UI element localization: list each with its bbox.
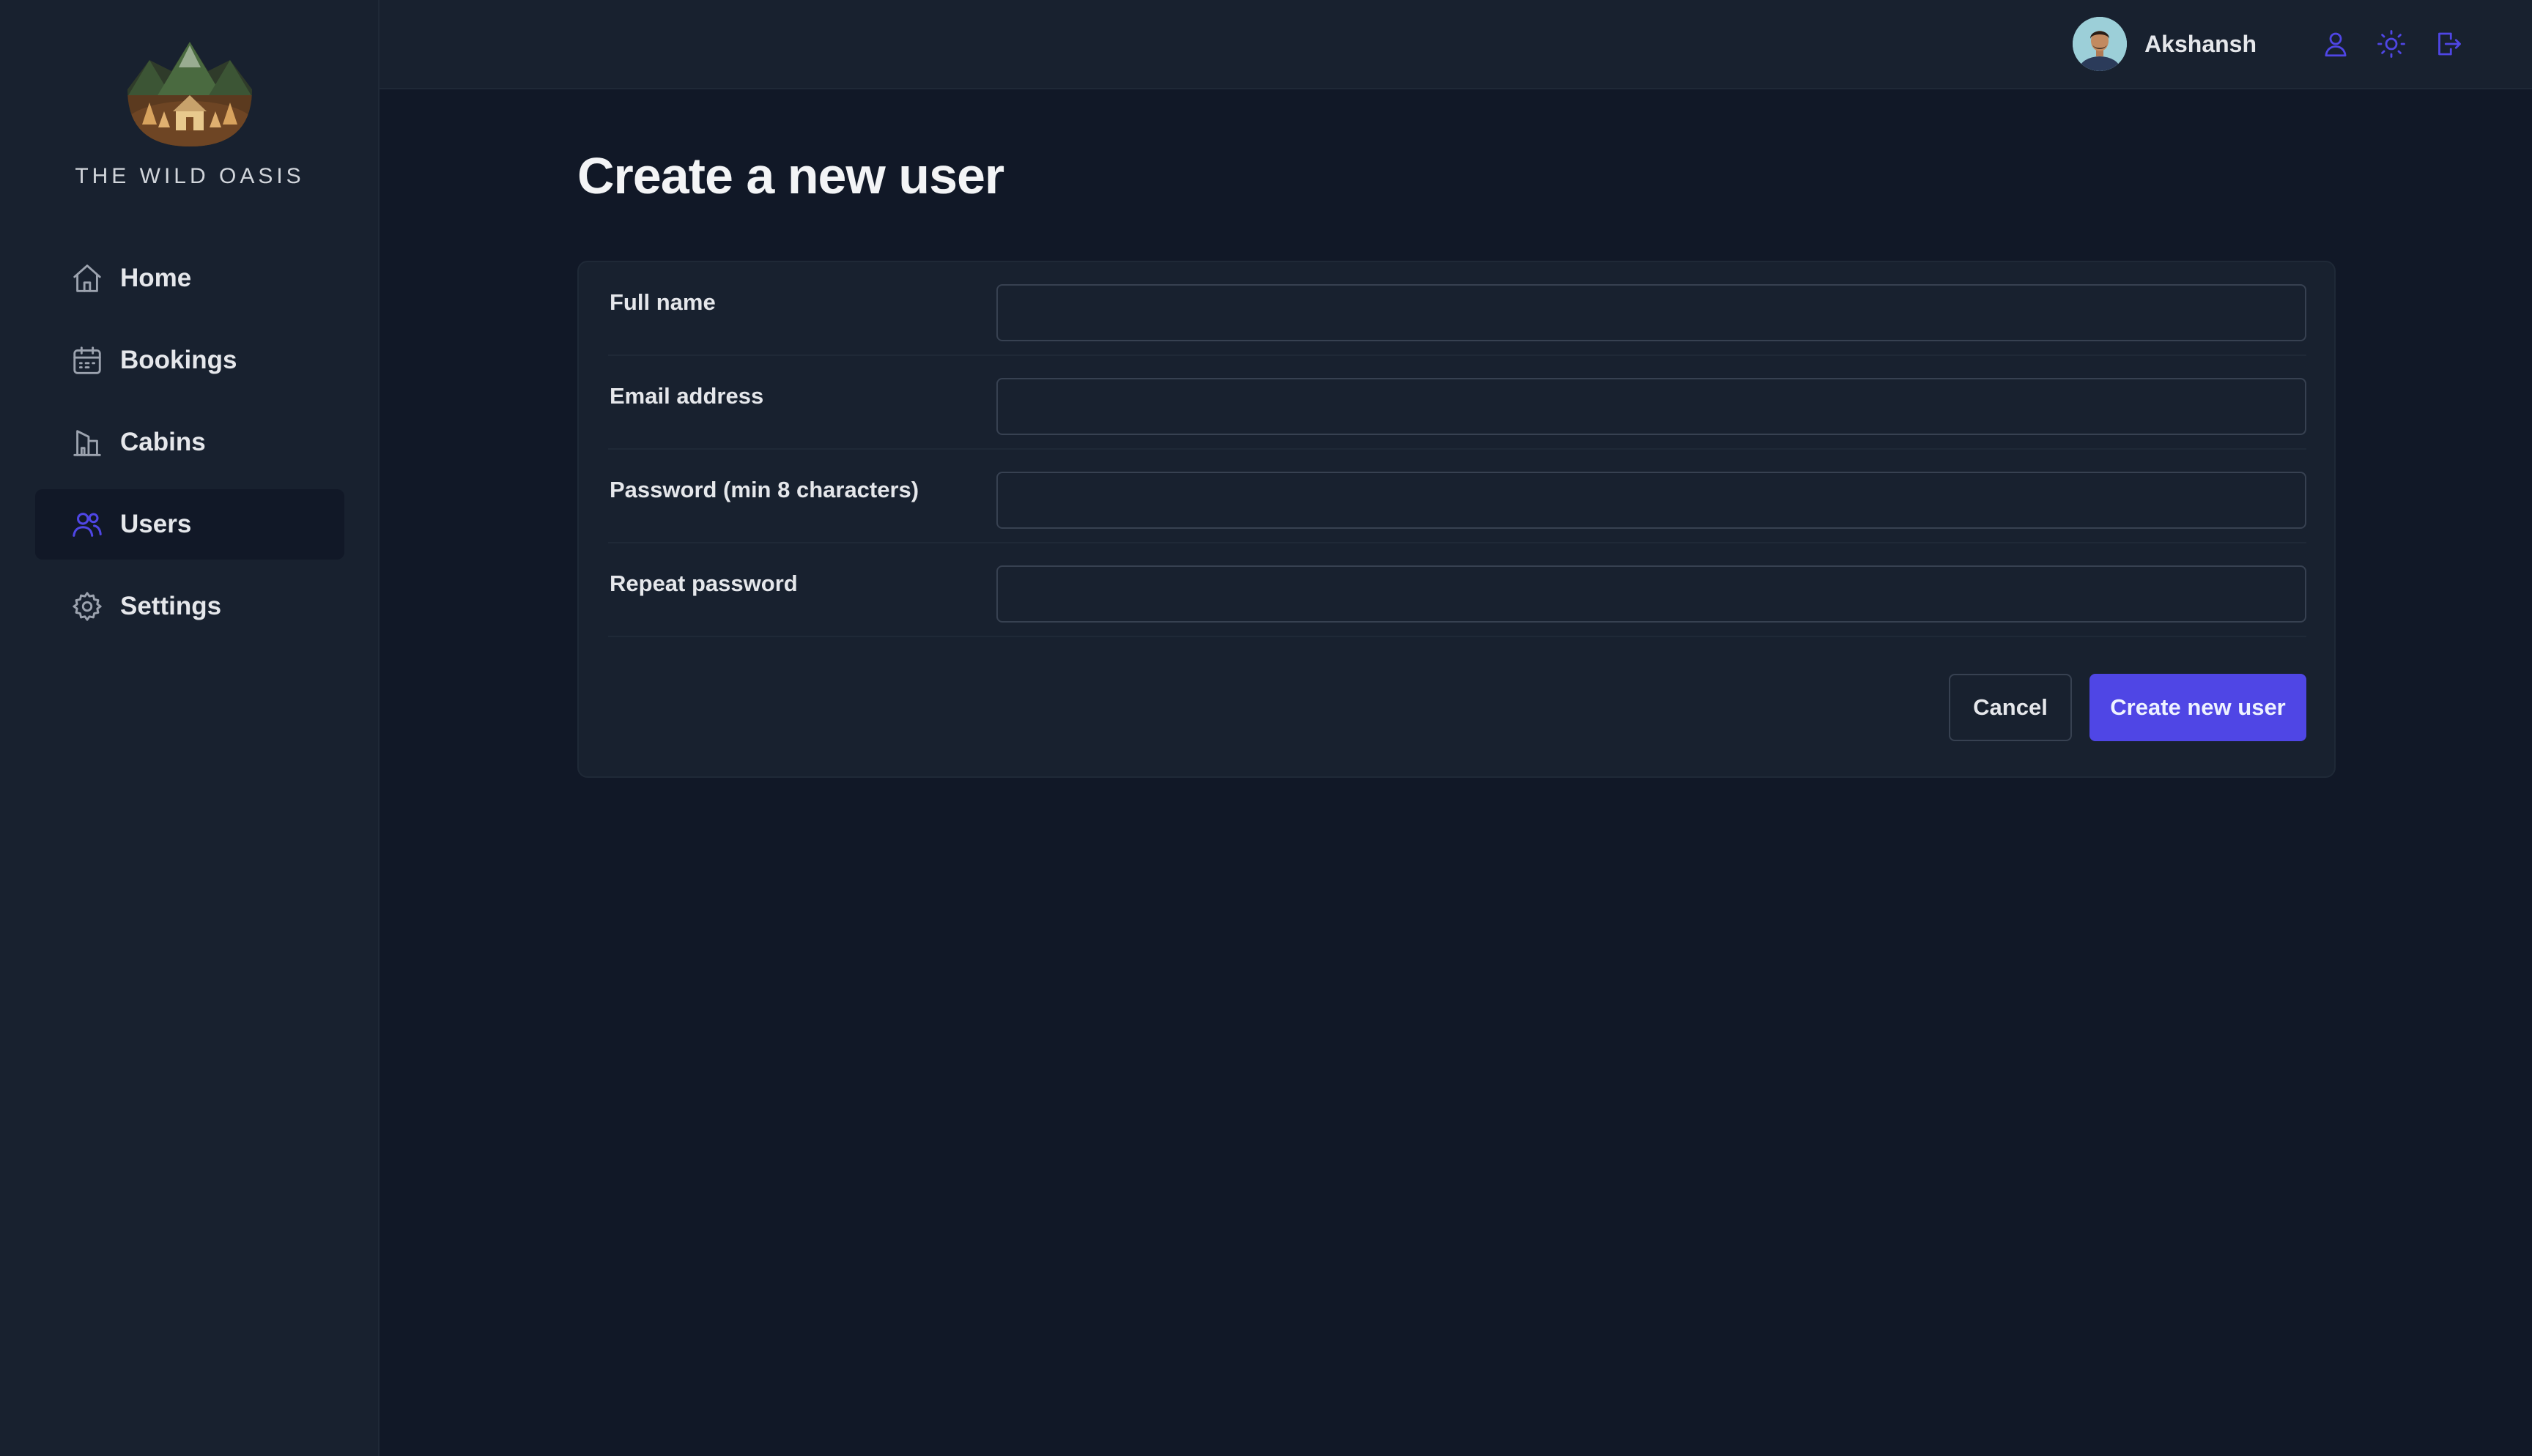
home-icon [70, 261, 104, 295]
sidebar-item-users[interactable]: Users [35, 489, 344, 560]
user-menu: Akshansh [2073, 0, 2532, 88]
sidebar-nav: Home Bookings Cabins Users Settings [35, 243, 344, 653]
brand-name: THE WILD OASIS [75, 164, 305, 188]
repeat-password-label: Repeat password [610, 571, 798, 596]
email-label: Email address [610, 383, 764, 409]
sidebar-item-home[interactable]: Home [35, 243, 344, 313]
page-title: Create a new user [577, 147, 1004, 204]
cabin-icon [70, 426, 104, 459]
password-label: Password (min 8 characters) [610, 477, 919, 502]
cancel-button[interactable]: Cancel [1949, 674, 2072, 741]
sidebar-item-label: Settings [120, 592, 222, 620]
sidebar-item-settings[interactable]: Settings [35, 571, 344, 642]
email-input[interactable] [996, 378, 2306, 435]
full-name-label: Full name [610, 289, 716, 315]
mountain-cabin-logo [127, 42, 252, 146]
logout-button[interactable] [2426, 23, 2468, 64]
sidebar-item-bookings[interactable]: Bookings [35, 325, 344, 395]
logout-icon [2438, 32, 2461, 56]
sidebar-item-label: Users [120, 510, 192, 538]
users-icon [70, 508, 104, 541]
sidebar-item-label: Bookings [120, 346, 237, 374]
user-icon [2325, 32, 2347, 57]
user-name: Akshansh [2144, 30, 2257, 57]
app-root: THE WILD OASIS Home Bookings Cabins User… [0, 0, 2532, 1456]
top-header: Akshansh [380, 0, 2532, 89]
full-name-input[interactable] [996, 284, 2306, 341]
sun-icon [2377, 30, 2405, 58]
form-row-email: Email address [608, 356, 2306, 450]
password-input[interactable] [996, 472, 2306, 529]
calendar-icon [70, 343, 104, 377]
form-row-full-name: Full name [608, 262, 2306, 356]
form-row-password: Password (min 8 characters) [608, 450, 2306, 543]
sidebar-item-cabins[interactable]: Cabins [35, 407, 344, 478]
avatar[interactable] [2073, 17, 2128, 71]
sidebar-item-label: Cabins [120, 428, 206, 456]
repeat-password-input[interactable] [996, 565, 2306, 623]
form-row-repeat-password: Repeat password [608, 543, 2306, 637]
logo: THE WILD OASIS [0, 38, 380, 189]
create-user-form: Full name Email address Password (min 8 … [577, 261, 2336, 778]
gear-icon [70, 590, 104, 623]
sidebar: THE WILD OASIS Home Bookings Cabins User… [0, 0, 380, 1456]
sidebar-item-label: Home [120, 264, 192, 292]
create-user-button[interactable]: Create new user [2089, 674, 2306, 741]
account-button[interactable] [2315, 23, 2356, 64]
theme-toggle-button[interactable] [2371, 23, 2412, 64]
